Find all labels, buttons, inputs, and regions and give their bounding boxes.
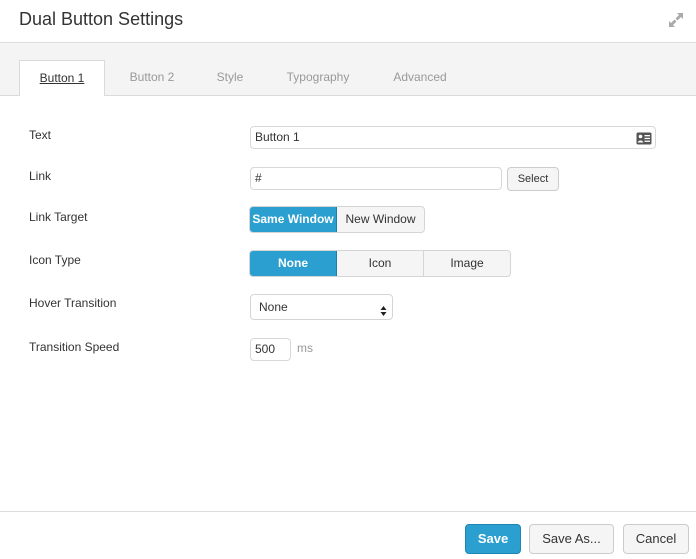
save-as-button[interactable]: Save As...: [529, 524, 614, 554]
text-label: Text: [29, 128, 52, 142]
settings-form: Text Button 1 Link # Select Link Target …: [0, 96, 696, 511]
link-target-new-window[interactable]: New Window: [337, 207, 424, 232]
hover-transition-select[interactable]: None: [250, 294, 393, 320]
transition-speed-value: 500: [255, 342, 276, 356]
cancel-button[interactable]: Cancel: [623, 524, 689, 554]
tab-advanced[interactable]: Advanced: [380, 60, 460, 96]
tab-button-2[interactable]: Button 2: [113, 60, 191, 96]
link-target-label: Link Target: [29, 210, 88, 224]
dialog-title: Dual Button Settings: [19, 9, 184, 29]
link-select-button[interactable]: Select: [507, 167, 559, 191]
icon-type-icon[interactable]: Icon: [337, 251, 424, 276]
link-target-same-window[interactable]: Same Window: [250, 207, 337, 232]
transition-speed-label: Transition Speed: [29, 340, 120, 354]
hover-transition-label: Hover Transition: [29, 296, 117, 310]
select-arrows-icon: [380, 301, 387, 316]
text-input-value: Button 1: [255, 130, 300, 144]
text-input[interactable]: Button 1: [250, 126, 656, 149]
link-input-value: #: [255, 171, 262, 185]
icon-type-none[interactable]: None: [250, 251, 337, 276]
tab-typography[interactable]: Typography: [272, 60, 364, 96]
dialog-header: Dual Button Settings: [0, 0, 696, 43]
link-input[interactable]: #: [250, 167, 502, 190]
id-card-icon[interactable]: [636, 131, 652, 152]
link-label: Link: [29, 169, 52, 183]
hover-transition-value: None: [259, 300, 288, 314]
tab-button-1[interactable]: Button 1: [19, 60, 105, 97]
transition-speed-input[interactable]: 500: [250, 338, 291, 361]
dialog-footer: Save Save As... Cancel: [0, 511, 696, 559]
tab-style[interactable]: Style: [201, 60, 259, 96]
link-target-toggle: Same Window New Window: [249, 206, 425, 233]
icon-type-image[interactable]: Image: [424, 251, 510, 276]
transition-speed-unit: ms: [297, 341, 313, 355]
tab-bar: Button 1 Button 2 Style Typography Advan…: [0, 44, 696, 97]
icon-type-label: Icon Type: [29, 253, 81, 267]
save-button[interactable]: Save: [465, 524, 521, 554]
icon-type-toggle: None Icon Image: [249, 250, 511, 277]
expand-arrows-icon[interactable]: [667, 11, 685, 29]
